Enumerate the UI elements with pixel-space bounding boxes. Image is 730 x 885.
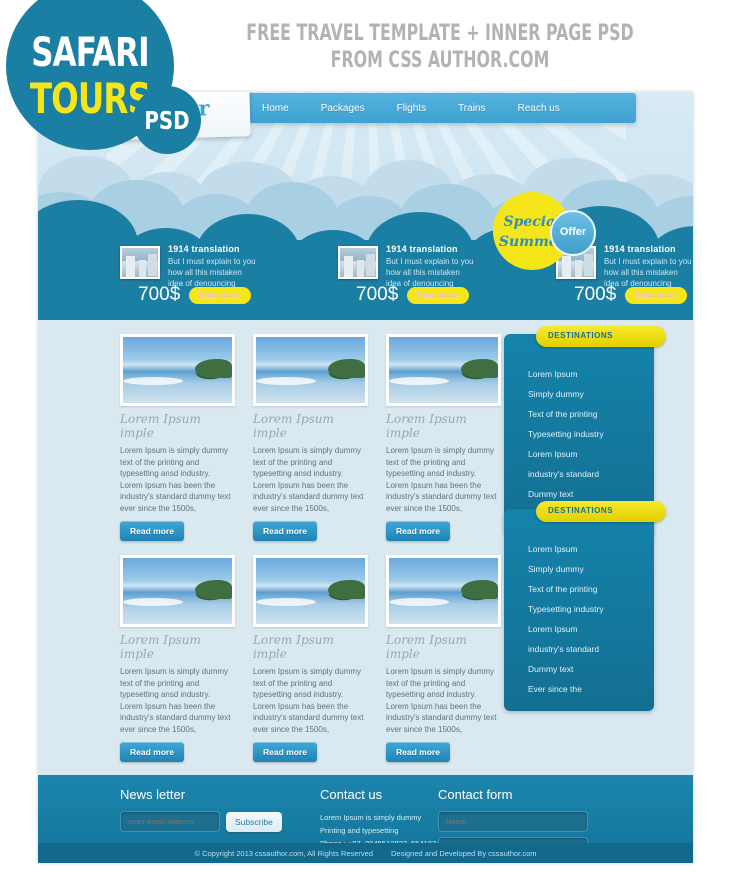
content-card: Lorem Ipsum imple Lorem Ipsum is simply … (386, 555, 501, 762)
destination-item[interactable]: Lorem Ipsum (504, 364, 654, 384)
card-photo (386, 334, 501, 406)
feature-action-row: 700$ Read more (574, 284, 687, 306)
card-photo (253, 555, 368, 627)
nav-item-home[interactable]: Home (246, 103, 305, 114)
feature-item: 1914 translation But I must explain to y… (38, 244, 256, 320)
card-read-more-button[interactable]: Read more (253, 521, 317, 541)
feature-title: 1914 translation (386, 244, 458, 254)
badge-line-1: SAFARI (31, 30, 149, 76)
feature-action-row: 700$ Read more (356, 284, 469, 306)
feature-item: 1914 translation But I must explain to y… (256, 244, 474, 320)
card-title: Lorem Ipsum imple (386, 633, 467, 661)
contact-line: Lorem Ipsum is simply dummy (320, 813, 422, 822)
card-title: Lorem Ipsum imple (120, 412, 201, 440)
offer-tag-label: Offer (559, 226, 587, 238)
feature-price: 700$ (138, 284, 181, 305)
destination-item[interactable]: Text of the printing (504, 404, 654, 424)
widget-heading: DESTINATIONS (548, 331, 613, 340)
card-body: Lorem Ipsum is simply dummy text of the … (120, 446, 231, 513)
main-navigation: Home Packages Flights Trains Reach us (246, 93, 636, 123)
card-body: Lorem Ipsum is simply dummy text of the … (386, 667, 497, 734)
card-title: Lorem Ipsum imple (253, 412, 334, 440)
destination-item[interactable]: Text of the printing (504, 579, 654, 599)
card-read-more-button[interactable]: Read more (253, 742, 317, 762)
card-photo (120, 334, 235, 406)
card-grid: Lorem Ipsum imple Lorem Ipsum is simply … (120, 334, 502, 776)
newsletter-heading: News letter (120, 787, 186, 802)
destination-item[interactable]: Simply dummy (504, 384, 654, 404)
content-card: Lorem Ipsum imple Lorem Ipsum is simply … (120, 334, 235, 541)
feature-thumbnail (120, 246, 160, 279)
content-card: Lorem Ipsum imple Lorem Ipsum is simply … (253, 555, 368, 762)
psd-badge-label: PSD (144, 106, 190, 135)
destination-item[interactable]: Lorem Ipsum (504, 539, 654, 559)
card-photo (120, 555, 235, 627)
destination-item[interactable]: Ever since the (504, 679, 654, 699)
copyright-bar: © Copyright 2013 cssauthor.com, All Righ… (38, 843, 693, 863)
card-read-more-button[interactable]: Read more (386, 742, 450, 762)
card-photo (253, 334, 368, 406)
widget-ribbon: DESTINATIONS (536, 501, 666, 522)
card-read-more-button[interactable]: Read more (120, 742, 184, 762)
feature-title: 1914 translation (168, 244, 240, 254)
offer-tag-badge[interactable]: Offer (550, 210, 596, 256)
feature-read-more-button[interactable]: Read more (625, 286, 687, 304)
destination-item[interactable]: Lorem Ipsum (504, 619, 654, 639)
destination-item[interactable]: Simply dummy (504, 559, 654, 579)
credits-text: Designed and Developed By cssauthor.com (391, 848, 537, 858)
content-card: Lorem Ipsum imple Lorem Ipsum is simply … (253, 334, 368, 541)
feature-price: 700$ (574, 284, 617, 305)
destination-item[interactable]: Typesetting industry (504, 424, 654, 444)
name-field[interactable] (438, 811, 588, 832)
card-body: Lorem Ipsum is simply dummy text of the … (386, 446, 497, 513)
feature-title: 1914 translation (604, 244, 676, 254)
feature-thumbnail (338, 246, 378, 279)
destination-item[interactable]: industry's standard (504, 464, 654, 484)
feature-strip: 1914 translation But I must explain to y… (38, 244, 693, 320)
content-card: Lorem Ipsum imple Lorem Ipsum is simply … (386, 334, 501, 541)
contact-form-heading: Contact form (438, 787, 513, 802)
destination-item[interactable]: industry's standard (504, 639, 654, 659)
card-body: Lorem Ipsum is simply dummy text of the … (253, 446, 364, 513)
card-read-more-button[interactable]: Read more (120, 521, 184, 541)
destinations-widget: DESTINATIONS Lorem Ipsum Simply dummy Te… (504, 501, 666, 711)
feature-price: 700$ (356, 284, 399, 305)
contact-heading: Contact us (320, 787, 383, 802)
contact-line: Printing and typesetting (320, 826, 399, 835)
feature-read-more-button[interactable]: Read more (407, 286, 469, 304)
newsletter-email-input[interactable] (120, 811, 220, 832)
card-title: Lorem Ipsum imple (386, 412, 467, 440)
website-mockup: Tour Tour packages Home Packages Flights… (38, 92, 693, 863)
newsletter-form: Subscribe (120, 811, 320, 832)
widget-ribbon: DESTINATIONS (536, 326, 666, 347)
nav-item-flights[interactable]: Flights (381, 103, 442, 114)
destination-item[interactable]: Typesetting industry (504, 599, 654, 619)
card-body: Lorem Ipsum is simply dummy text of the … (253, 667, 364, 734)
content-card: Lorem Ipsum imple Lorem Ipsum is simply … (120, 555, 235, 762)
card-title: Lorem Ipsum imple (120, 633, 201, 661)
psd-badge: PSD (133, 86, 201, 154)
card-photo (386, 555, 501, 627)
card-title: Lorem Ipsum imple (253, 633, 334, 661)
site-footer: News letter Subscribe Social media f in (38, 775, 693, 863)
promo-headline: FREE TRAVEL TEMPLATE + INNER PAGE PSD FR… (246, 21, 634, 73)
subscribe-button[interactable]: Subscribe (226, 811, 282, 832)
destinations-list: Lorem Ipsum Simply dummy Text of the pri… (504, 364, 654, 524)
card-read-more-button[interactable]: Read more (386, 521, 450, 541)
content-area: Lorem Ipsum imple Lorem Ipsum is simply … (38, 320, 693, 775)
copyright-text: © Copyright 2013 cssauthor.com, All Righ… (194, 848, 373, 858)
card-body: Lorem Ipsum is simply dummy text of the … (120, 667, 231, 734)
destinations-list: Lorem Ipsum Simply dummy Text of the pri… (504, 539, 654, 699)
destination-item[interactable]: Lorem Ipsum (504, 444, 654, 464)
feature-action-row: 700$ Read more (138, 284, 251, 306)
feature-read-more-button[interactable]: Read more (189, 286, 251, 304)
nav-item-packages[interactable]: Packages (305, 103, 381, 114)
nav-item-trains[interactable]: Trains (442, 103, 501, 114)
nav-item-reach-us[interactable]: Reach us (501, 103, 575, 114)
destination-item[interactable]: Dummy text (504, 659, 654, 679)
widget-heading: DESTINATIONS (548, 506, 613, 515)
